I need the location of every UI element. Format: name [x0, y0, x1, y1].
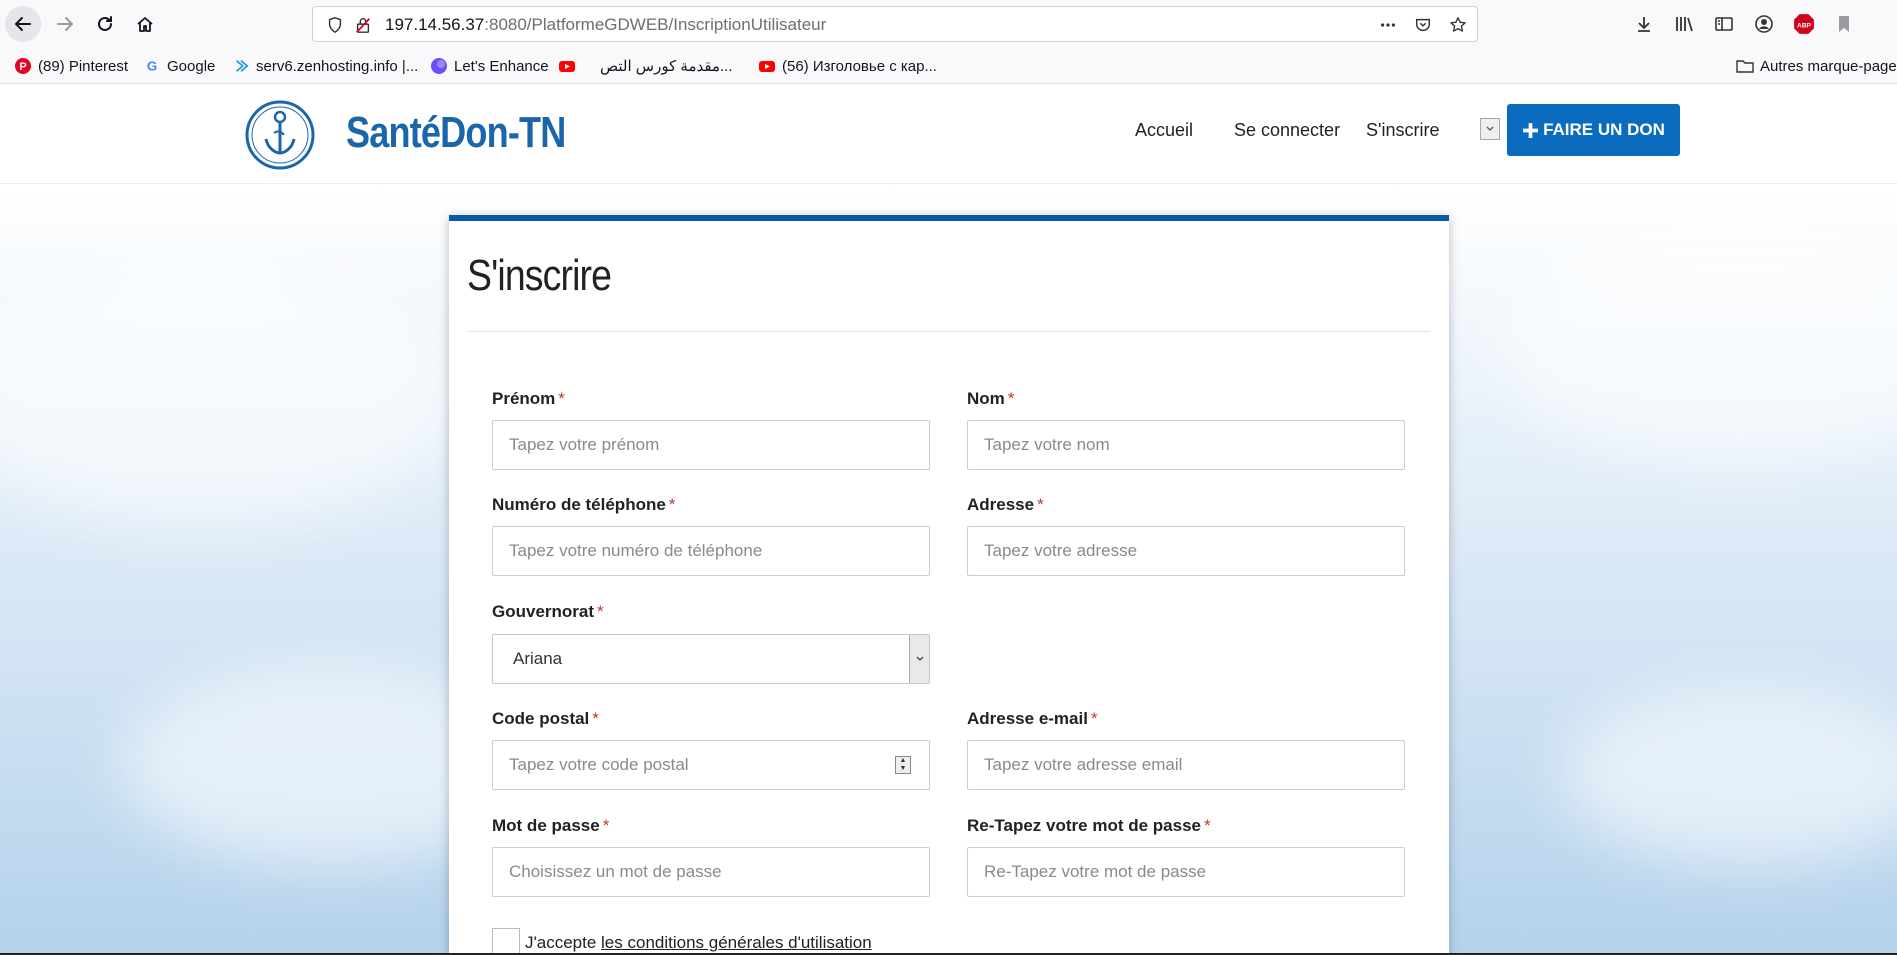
bookmark-icon[interactable] — [1830, 10, 1858, 38]
password-confirm-input[interactable] — [967, 847, 1405, 897]
bookmark-google[interactable]: G Google — [143, 56, 216, 76]
adblock-icon[interactable]: ABP — [1790, 10, 1818, 38]
prenom-input[interactable] — [492, 420, 930, 470]
number-spinner[interactable]: ▲ ▼ — [895, 756, 911, 774]
reload-button[interactable] — [87, 6, 123, 42]
url-text: 197.14.56.37:8080/PlatformeGDWEB/Inscrip… — [385, 15, 827, 34]
terms-checkbox[interactable] — [492, 928, 520, 955]
telephone-input[interactable] — [492, 526, 930, 576]
youtube-icon — [758, 57, 776, 75]
nom-label: Nom * — [967, 389, 1015, 408]
bookmark-lets-enhance[interactable]: Let's Enhance — [430, 56, 549, 76]
code-postal-input[interactable] — [492, 740, 930, 790]
downloads-icon[interactable] — [1630, 10, 1658, 38]
library-icon[interactable] — [1670, 10, 1698, 38]
account-icon[interactable] — [1750, 10, 1778, 38]
nav-sinscrire[interactable]: S'inscrire — [1366, 120, 1439, 141]
page-title: S'inscrire — [467, 251, 612, 300]
chevron-down-icon — [1486, 126, 1494, 131]
chevron-down-icon[interactable] — [909, 635, 929, 683]
nav-accueil[interactable]: Accueil — [1135, 120, 1193, 141]
terms-text: J'accepte les conditions générales d'uti… — [525, 933, 872, 952]
arrow-icon — [232, 57, 250, 75]
bookmark-youtube-russian[interactable]: (56) Изголовье с кар... — [758, 56, 937, 76]
nav-dropdown-toggle[interactable] — [1480, 118, 1500, 140]
site-header: SantéDon-TN Accueil Se connecter S'inscr… — [0, 84, 1897, 184]
adresse-input[interactable] — [967, 526, 1405, 576]
pocket-icon[interactable] — [1413, 15, 1433, 35]
svg-text:G: G — [147, 58, 157, 73]
nom-input[interactable] — [967, 420, 1405, 470]
prenom-label: Prénom * — [492, 389, 565, 408]
code-postal-label: Code postal * — [492, 709, 599, 728]
nav-se-connecter[interactable]: Se connecter — [1234, 120, 1340, 141]
home-button[interactable] — [127, 6, 163, 42]
bookmarks-bar: P (89) Pinterest G Google serv6.zenhosti… — [0, 48, 1897, 84]
spinner-up-icon[interactable]: ▲ — [900, 757, 907, 765]
svg-text:P: P — [19, 61, 26, 73]
plus-icon — [1523, 122, 1539, 138]
email-label: Adresse e-mail * — [967, 709, 1098, 728]
arrow-left-icon — [15, 17, 31, 31]
reload-icon — [98, 16, 112, 31]
sidebar-icon[interactable] — [1710, 10, 1738, 38]
adresse-label: Adresse * — [967, 495, 1044, 514]
svg-text:ABP: ABP — [1797, 22, 1812, 29]
forward-button[interactable] — [47, 6, 83, 42]
telephone-label: Numéro de téléphone * — [492, 495, 676, 514]
insecure-lock-icon[interactable] — [353, 15, 373, 35]
password-label: Mot de passe * — [492, 816, 610, 835]
gouvernorat-value: Ariana — [513, 649, 563, 668]
gouvernorat-select[interactable]: Ariana — [492, 634, 930, 684]
spinner-down-icon[interactable]: ▼ — [900, 765, 907, 773]
home-icon — [137, 17, 153, 32]
bookmark-zenhosting[interactable]: serv6.zenhosting.info |... — [232, 56, 418, 76]
bookmark-youtube-arabic[interactable]: مقدمة كورس التص... — [558, 56, 733, 76]
more-actions-icon[interactable] — [1378, 15, 1398, 35]
arrow-right-icon — [57, 17, 73, 31]
shield-icon[interactable] — [325, 15, 345, 35]
donate-button[interactable]: FAIRE UN DON — [1507, 104, 1680, 156]
registration-card: S'inscrire Prénom* Nom* Numéro de téléph… — [449, 215, 1449, 955]
brand-logo[interactable] — [244, 99, 316, 171]
email-input[interactable] — [967, 740, 1405, 790]
brand-name[interactable]: SantéDon-TN — [346, 108, 566, 158]
folder-icon — [1736, 57, 1754, 75]
pinterest-icon: P — [14, 57, 32, 75]
browser-toolbar: 197.14.56.37:8080/PlatformeGDWEB/Inscrip… — [0, 0, 1897, 48]
youtube-icon — [558, 57, 576, 75]
divider — [467, 331, 1430, 332]
terms-link[interactable]: les conditions générales d'utilisation — [601, 933, 872, 952]
google-icon: G — [143, 57, 161, 75]
bookmark-pinterest[interactable]: P (89) Pinterest — [14, 56, 128, 76]
address-bar[interactable]: 197.14.56.37:8080/PlatformeGDWEB/Inscrip… — [312, 6, 1478, 42]
gouvernorat-label: Gouvernorat * — [492, 602, 604, 621]
password-confirm-label: Re-Tapez votre mot de passe * — [967, 816, 1211, 835]
bookmark-star-icon[interactable] — [1448, 15, 1468, 35]
enhance-icon — [430, 57, 448, 75]
back-button[interactable] — [5, 6, 41, 42]
other-bookmarks[interactable]: Autres marque-pages — [1736, 56, 1897, 76]
password-input[interactable] — [492, 847, 930, 897]
